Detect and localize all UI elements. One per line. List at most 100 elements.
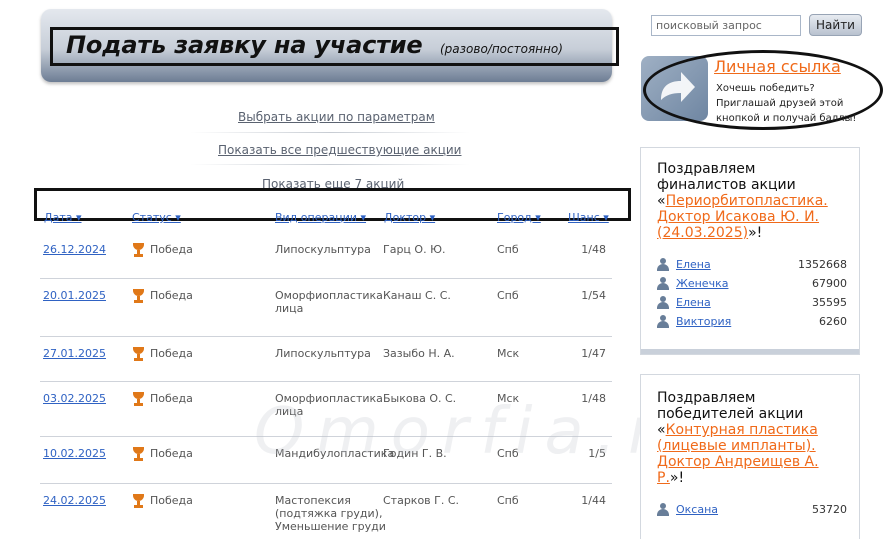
user-score: 53720: [812, 503, 847, 516]
list-item: Елена 1352668: [657, 257, 847, 273]
doctor-text: Гарц О. Ю.: [383, 243, 446, 256]
operation-text: Уменьшение груди: [275, 520, 386, 533]
panel-footer-bar: [641, 349, 859, 354]
table-row: 27.01.2025 Победа Липоскульптура Зазыбо Н. …: [40, 337, 612, 382]
list-item: Виктория 6260: [657, 314, 847, 330]
doctor-text: Годин Г. В.: [383, 447, 447, 460]
user-link[interactable]: Елена: [676, 296, 711, 309]
chance-text: 1/54: [581, 289, 606, 302]
table-row: 10.02.2025 Победа Мандибулопластика Годин Г…: [40, 437, 612, 484]
panel-heading: Поздравляем: [657, 390, 756, 406]
divider: [190, 132, 470, 133]
user-score: 67900: [812, 277, 847, 290]
date-link[interactable]: 27.01.2025: [43, 347, 106, 360]
city-text: Спб: [497, 289, 519, 302]
user-link[interactable]: Елена: [676, 258, 711, 271]
city-text: Спб: [497, 494, 519, 507]
promo-title-line[interactable]: Доктор Исакова Ю. И.: [657, 210, 819, 225]
list-item: Оксана 53720: [657, 502, 847, 518]
personal-link-title[interactable]: Личная ссылка: [714, 57, 841, 76]
table-row: 03.02.2025 Победа Оморфиопластика лица Быков…: [40, 382, 612, 437]
user-icon: [657, 258, 669, 271]
promo-title-line[interactable]: Р.»!: [657, 471, 684, 486]
user-link[interactable]: Виктория: [676, 315, 731, 328]
operation-text: Липоскульптура: [275, 243, 371, 256]
col-chance[interactable]: Шанс ▾: [568, 211, 609, 224]
finalists-panel: Поздравляем финалистов акции «Периорбито…: [640, 147, 860, 355]
status-text: Победа: [150, 392, 193, 405]
panel-heading: победителей акции: [657, 406, 804, 422]
promo-title-line[interactable]: «Контурная пластика: [657, 423, 818, 438]
chance-text: 1/47: [581, 347, 606, 360]
col-status[interactable]: Статус ▾: [132, 211, 181, 224]
chance-text: 1/48: [581, 392, 606, 405]
operation-text: Оморфиопластика: [275, 289, 383, 302]
promo-title-line[interactable]: (лицевые импланты).: [657, 439, 816, 454]
date-link[interactable]: 26.12.2024: [43, 243, 106, 256]
chance-text: 1/48: [581, 243, 606, 256]
user-score: 1352668: [798, 258, 847, 271]
col-date[interactable]: Дата ▾: [44, 211, 82, 224]
col-doctor[interactable]: Доктор ▾: [384, 211, 435, 224]
doctor-text: Канаш С. С.: [383, 289, 451, 302]
search-button[interactable]: Найти: [809, 14, 862, 36]
chance-text: 1/5: [588, 447, 606, 460]
personal-link-text: Приглашай друзей этой: [716, 98, 844, 109]
date-link[interactable]: 24.02.2025: [43, 494, 106, 507]
date-link[interactable]: 10.02.2025: [43, 447, 106, 460]
personal-link-text: кнопкой и получай баллы!: [716, 113, 857, 124]
user-link[interactable]: Женечка: [676, 277, 728, 290]
user-icon: [657, 503, 669, 516]
search-input[interactable]: поисковый запрос: [651, 15, 801, 36]
list-item: Женечка 67900: [657, 276, 847, 292]
operation-text: Мандибулопластика: [275, 447, 395, 460]
trophy-icon: [132, 447, 145, 461]
doctor-text: Быкова О. С.: [383, 392, 457, 405]
user-link[interactable]: Оксана: [676, 503, 718, 516]
date-link[interactable]: 20.01.2025: [43, 289, 106, 302]
filter-link[interactable]: Выбрать акции по параметрам: [238, 110, 435, 124]
operation-text: Мастопексия: [275, 494, 351, 507]
operation-text: Оморфиопластика: [275, 392, 383, 405]
divider: [190, 164, 470, 165]
status-text: Победа: [150, 289, 193, 302]
list-item: Елена 35595: [657, 295, 847, 311]
user-icon: [657, 315, 669, 328]
doctor-text: Зазыбо Н. А.: [383, 347, 455, 360]
operation-text: лица: [275, 302, 304, 315]
doctor-text: Старков Г. С.: [383, 494, 460, 507]
user-icon: [657, 296, 669, 309]
panel-heading: финалистов акции: [657, 177, 796, 193]
promo-title-line[interactable]: Доктор Андреищев А.: [657, 455, 819, 470]
date-link[interactable]: 03.02.2025: [43, 392, 106, 405]
table-row: 26.12.2024 Победа Липоскульптура Гарц О. Ю.…: [40, 233, 612, 279]
trophy-icon: [132, 494, 145, 508]
table-row: 20.01.2025 Победа Оморфиопластика лица Канаш…: [40, 279, 612, 337]
status-text: Победа: [150, 347, 193, 360]
panel-heading: Поздравляем: [657, 161, 756, 177]
city-text: Мск: [497, 347, 520, 360]
status-text: Победа: [150, 243, 193, 256]
show-previous-link[interactable]: Показать все предшествующие акции: [218, 143, 461, 157]
trophy-icon: [132, 289, 145, 303]
chance-text: 1/44: [581, 494, 606, 507]
col-operation[interactable]: Вид операции ▾: [275, 211, 366, 224]
promo-title-line[interactable]: (24.03.2025)»!: [657, 226, 762, 241]
personal-link-text: Хочешь победить?: [716, 83, 815, 94]
banner-subtitle: (разово/постоянно): [440, 42, 563, 56]
operation-text: Липоскульптура: [275, 347, 371, 360]
promo-title-line[interactable]: «Периорбитопластика.: [657, 194, 828, 209]
user-icon: [657, 277, 669, 290]
operation-text: (подтяжка груди),: [275, 507, 383, 520]
status-text: Победа: [150, 494, 193, 507]
city-text: Спб: [497, 447, 519, 460]
trophy-icon: [132, 392, 145, 406]
banner-title[interactable]: Подать заявку на участие: [66, 31, 423, 59]
city-text: Спб: [497, 243, 519, 256]
city-text: Мск: [497, 392, 520, 405]
winners-panel: Поздравляем победителей акции «Контурная…: [640, 374, 860, 539]
user-score: 6260: [819, 315, 847, 328]
trophy-icon: [132, 347, 145, 361]
trophy-icon: [132, 243, 145, 257]
col-city[interactable]: Город ▾: [497, 211, 541, 224]
